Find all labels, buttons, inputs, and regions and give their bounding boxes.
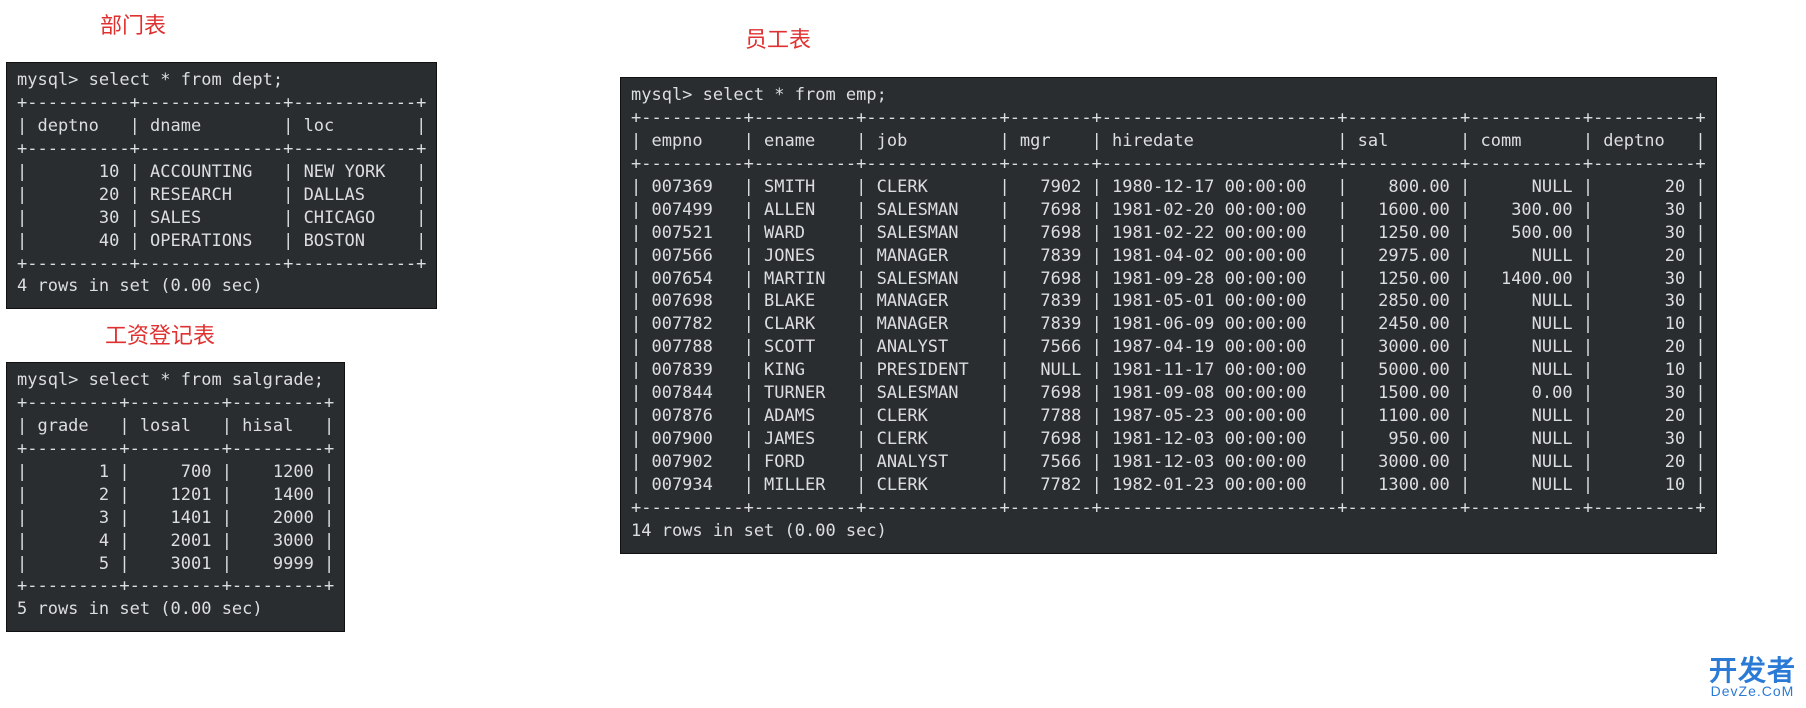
emp-footer: 14 rows in set (0.00 sec) <box>631 521 887 541</box>
salgrade-query: mysql> select * from salgrade; <box>17 370 324 390</box>
emp-title: 员工表 <box>745 22 811 54</box>
salgrade-title: 工资登记表 <box>105 318 215 350</box>
dept-query: mysql> select * from dept; <box>17 70 283 90</box>
salgrade-footer: 5 rows in set (0.00 sec) <box>17 599 263 619</box>
watermark: 开发者 DevZe.CoM <box>1709 658 1796 698</box>
dept-terminal: mysql> select * from dept; +----------+-… <box>6 62 437 309</box>
salgrade-table: +---------+---------+---------+ | grade … <box>17 393 334 597</box>
emp-query: mysql> select * from emp; <box>631 85 887 105</box>
salgrade-terminal: mysql> select * from salgrade; +--------… <box>6 362 345 632</box>
watermark-sub: DevZe.CoM <box>1709 685 1796 698</box>
dept-title: 部门表 <box>100 8 166 40</box>
emp-terminal: mysql> select * from emp; +----------+--… <box>620 77 1717 554</box>
dept-table: +----------+--------------+------------+… <box>17 93 426 274</box>
dept-footer: 4 rows in set (0.00 sec) <box>17 276 263 296</box>
emp-table: +----------+----------+-------------+---… <box>631 108 1706 518</box>
watermark-main: 开发者 <box>1709 655 1796 686</box>
